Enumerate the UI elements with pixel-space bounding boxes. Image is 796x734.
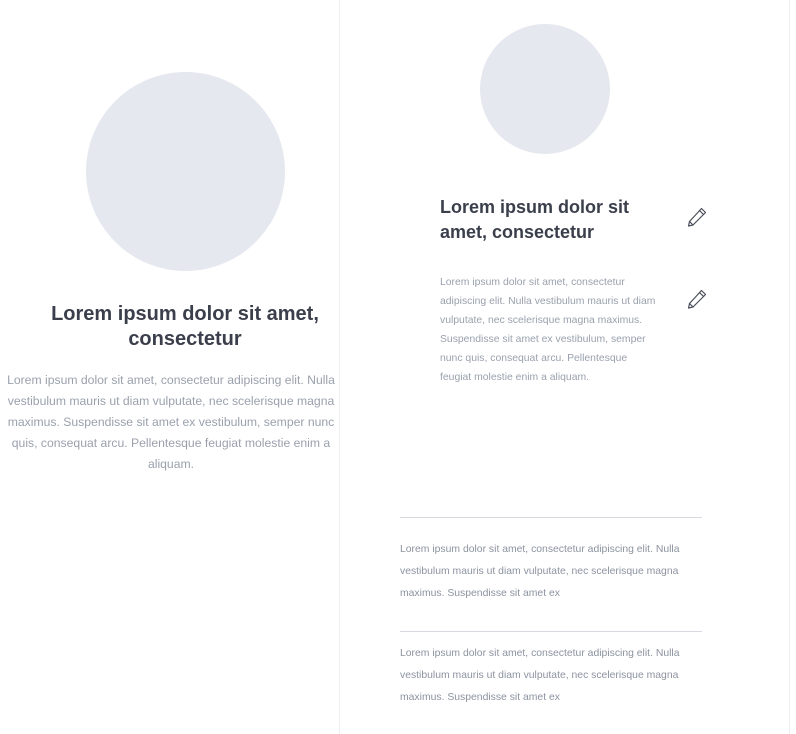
list-divider — [400, 517, 702, 518]
card-body: Lorem ipsum dolor sit amet, consectetur … — [7, 373, 335, 471]
avatar-placeholder — [480, 24, 610, 154]
panel-divider — [339, 0, 340, 734]
list-divider — [400, 631, 702, 632]
edit-description-button[interactable] — [682, 284, 712, 314]
editable-title: Lorem ipsum dolor sit amet, consectetur — [440, 197, 630, 242]
card-title: Lorem ipsum dolor sit amet, consectetur — [51, 303, 319, 350]
list-item: Lorem ipsum dolor sit amet, consectetur … — [400, 544, 680, 599]
right-edge-divider — [789, 0, 790, 734]
left-profile-card: Lorem ipsum dolor sit amet, consectetur … — [0, 0, 340, 734]
edit-title-button[interactable] — [682, 202, 712, 232]
pencil-icon — [687, 289, 707, 309]
avatar-placeholder — [86, 72, 285, 271]
list-item: Lorem ipsum dolor sit amet, consectetur … — [400, 648, 680, 703]
editable-description: Lorem ipsum dolor sit amet, consectetur … — [440, 277, 656, 383]
pencil-icon — [687, 207, 707, 227]
